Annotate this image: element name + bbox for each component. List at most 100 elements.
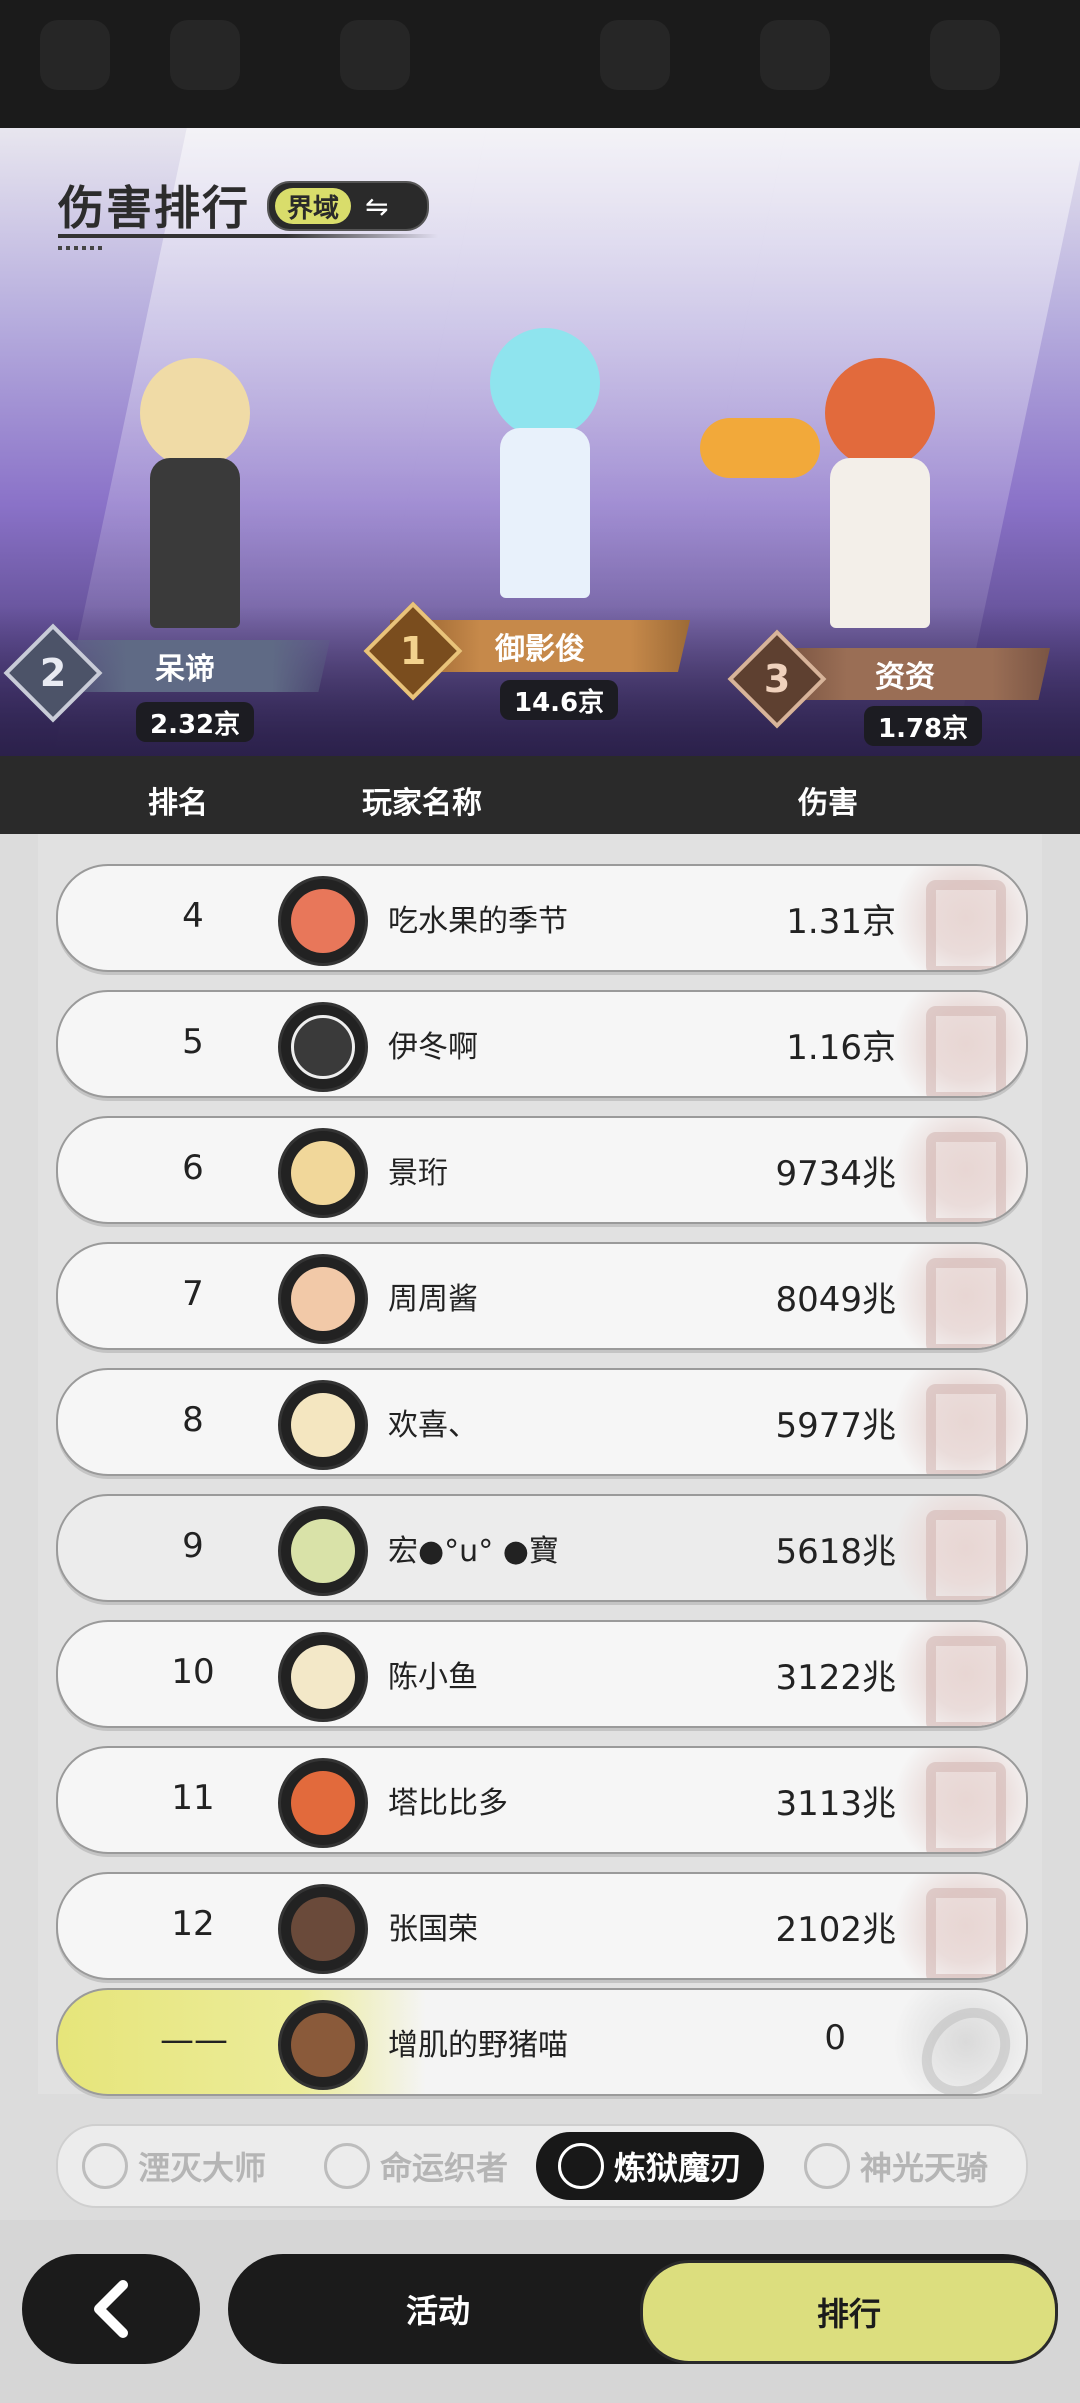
table-row[interactable]: 5 伊冬啊 1.16京 [56, 990, 1028, 1098]
podium-damage-rank-2: 2.32京 [136, 702, 255, 742]
tab-fate-weaver[interactable]: 命运织者 [324, 2132, 508, 2200]
table-header: 排名 玩家名称 伤害 [0, 756, 1080, 834]
crest-decor [876, 1370, 1026, 1474]
tab-label: 炼狱魔刃 [614, 2149, 743, 2187]
podium-player-name: 资资 [875, 660, 935, 695]
avatar[interactable] [278, 1758, 368, 1848]
class-emblem-icon [558, 2143, 604, 2189]
tab-label: 湮灭大师 [138, 2149, 267, 2187]
col-player-header: 玩家名称 [362, 786, 482, 821]
decor-icon [930, 20, 1000, 90]
top-banner [0, 0, 1080, 128]
mode-switch-button[interactable]: 界域 ⇋ [267, 181, 429, 231]
page-title-group: 伤害排行 [58, 172, 438, 250]
row-player-name: 欢喜、 [388, 1408, 478, 1443]
row-rank: —— [160, 2020, 228, 2060]
row-damage: 2102兆 [775, 1910, 896, 1950]
avatar[interactable] [278, 1128, 368, 1218]
rank-number: 2 [39, 650, 67, 695]
character-rank-2 [120, 358, 270, 628]
avatar[interactable] [278, 1884, 368, 1974]
row-rank: 12 [171, 1904, 215, 1944]
row-rank: 7 [182, 1274, 204, 1314]
table-row[interactable]: 10 陈小鱼 3122兆 [56, 1620, 1028, 1728]
row-damage: 1.16京 [786, 1028, 896, 1068]
crest-decor [876, 866, 1026, 970]
row-player-name: 宏●°u° ●寶 [388, 1534, 559, 1569]
crest-decor [876, 1748, 1026, 1852]
row-rank: 5 [182, 1022, 204, 1062]
row-rank: 10 [171, 1652, 215, 1692]
tab-divine-knight[interactable]: 神光天骑 [804, 2132, 988, 2200]
table-row[interactable]: 7 周周酱 8049兆 [56, 1242, 1028, 1350]
table-row[interactable]: 9 宏●°u° ●寶 5618兆 [56, 1494, 1028, 1602]
tab-label: 神光天骑 [860, 2149, 989, 2187]
class-emblem-icon [82, 2143, 128, 2189]
podium-damage-rank-3: 1.78京 [864, 706, 983, 746]
class-tab-bar: 湮灭大师 命运织者 炼狱魔刃 神光天骑 [56, 2124, 1028, 2208]
back-button[interactable] [22, 2254, 200, 2364]
crest-decor [876, 1244, 1026, 1348]
avatar[interactable] [278, 1380, 368, 1470]
podium-player-name: 御影俊 [495, 632, 585, 667]
self-row[interactable]: —— 增肌的野猪喵 0 [56, 1988, 1028, 2096]
row-player-name: 增肌的野猪喵 [388, 2028, 568, 2063]
class-emblem-icon [804, 2143, 850, 2189]
crest-decor [876, 1622, 1026, 1726]
tab-annihilation-master[interactable]: 湮灭大师 [82, 2132, 266, 2200]
crest-decor [876, 1118, 1026, 1222]
activity-tab-button[interactable]: 活动 [228, 2254, 648, 2364]
col-damage-header: 伤害 [798, 786, 858, 821]
decor-icon [760, 20, 830, 90]
table-row[interactable]: 11 塔比比多 3113兆 [56, 1746, 1028, 1854]
tab-purgatory-blade[interactable]: 炼狱魔刃 [536, 2132, 765, 2200]
row-damage: 3113兆 [775, 1784, 896, 1824]
row-damage: 3122兆 [775, 1658, 896, 1698]
class-emblem-icon [324, 2143, 370, 2189]
tab-label: 命运织者 [380, 2149, 509, 2187]
row-player-name: 吃水果的季节 [388, 904, 568, 939]
decor-icon [170, 20, 240, 90]
title-dots [58, 246, 106, 250]
decor-icon [340, 20, 410, 90]
table-row[interactable]: 8 欢喜、 5977兆 [56, 1368, 1028, 1476]
title-underline [58, 234, 438, 238]
rank-number: 3 [763, 656, 791, 701]
avatar[interactable] [278, 2000, 368, 2090]
ranking-tab-button[interactable]: 排行 [640, 2260, 1058, 2364]
podium-player-name: 呆谛 [155, 652, 215, 687]
row-player-name: 张国荣 [388, 1912, 478, 1947]
row-damage: 8049兆 [775, 1280, 896, 1320]
row-damage: 5618兆 [775, 1532, 896, 1572]
row-damage: 5977兆 [775, 1406, 896, 1446]
avatar[interactable] [278, 876, 368, 966]
character-rank-3 [700, 358, 970, 628]
avatar[interactable] [278, 1002, 368, 1092]
swap-icon: ⇋ [365, 189, 389, 223]
crest-decor [876, 1874, 1026, 1978]
rank-number: 1 [399, 628, 427, 673]
row-rank: 4 [182, 896, 204, 936]
row-damage: 0 [824, 2018, 846, 2058]
avatar[interactable] [278, 1632, 368, 1722]
chevron-left-icon [94, 2280, 128, 2338]
table-row[interactable]: 12 张国荣 2102兆 [56, 1872, 1028, 1980]
row-damage: 1.31京 [786, 902, 896, 942]
row-rank: 11 [171, 1778, 215, 1818]
crest-decor [876, 1990, 1026, 2094]
row-player-name: 伊冬啊 [388, 1030, 478, 1065]
col-rank-header: 排名 [148, 786, 208, 821]
row-player-name: 塔比比多 [388, 1786, 508, 1821]
crest-decor [876, 1496, 1026, 1600]
row-player-name: 陈小鱼 [388, 1660, 478, 1695]
avatar[interactable] [278, 1506, 368, 1596]
decor-icon [600, 20, 670, 90]
table-row[interactable]: 4 吃水果的季节 1.31京 [56, 864, 1028, 972]
table-row[interactable]: 6 景珩 9734兆 [56, 1116, 1028, 1224]
row-player-name: 周周酱 [388, 1282, 478, 1317]
row-player-name: 景珩 [388, 1156, 448, 1191]
row-rank: 9 [182, 1526, 204, 1566]
crest-decor [876, 992, 1026, 1096]
avatar[interactable] [278, 1254, 368, 1344]
podium-damage-rank-1: 14.6京 [500, 680, 619, 720]
